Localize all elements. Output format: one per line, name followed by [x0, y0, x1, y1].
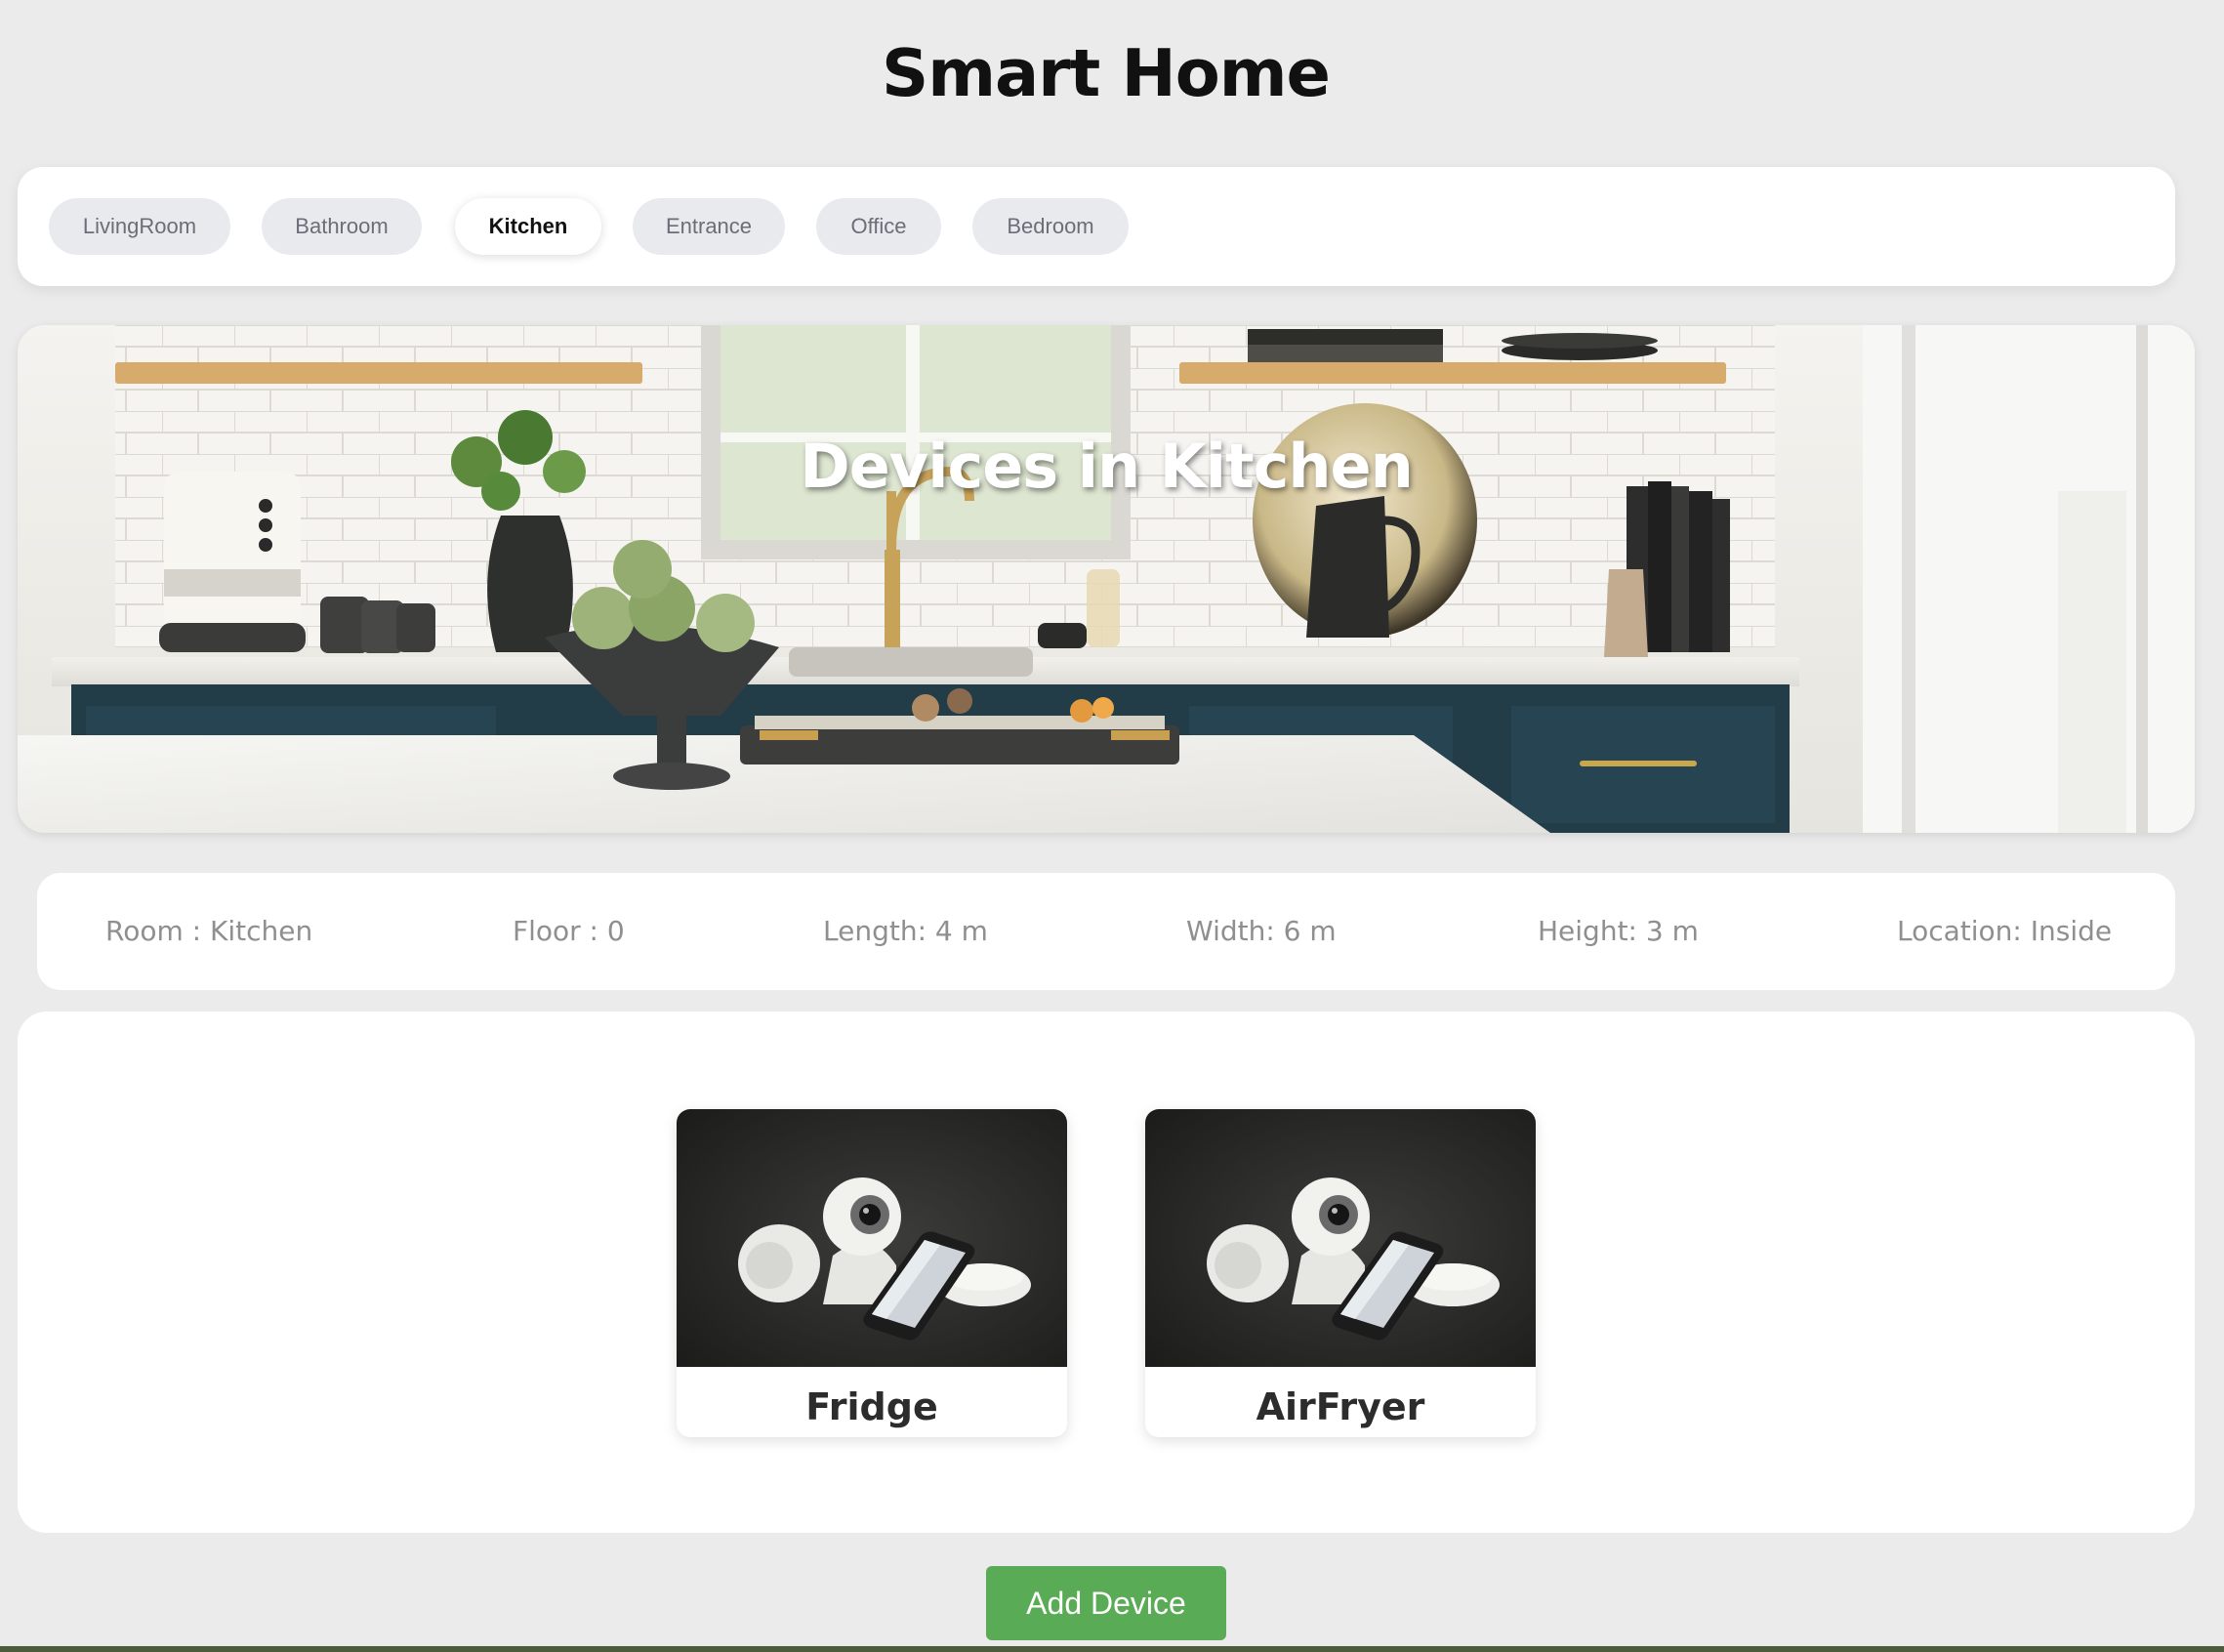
room-name: Room : Kitchen — [105, 915, 313, 947]
device-name: AirFryer — [1256, 1385, 1425, 1428]
tab-entrance[interactable]: Entrance — [633, 198, 785, 255]
device-card-airfryer[interactable]: AirFryer — [1145, 1109, 1536, 1437]
room-floor: Floor : 0 — [513, 915, 625, 947]
tab-office[interactable]: Office — [816, 198, 941, 255]
room-height: Height: 3 m — [1538, 915, 1699, 947]
room-hero-banner: Devices in Kitchen — [18, 325, 2195, 833]
room-length: Length: 4 m — [823, 915, 988, 947]
room-location: Location: Inside — [1897, 915, 2113, 947]
device-image — [1145, 1109, 1536, 1367]
device-card-fridge[interactable]: Fridge — [677, 1109, 1067, 1437]
add-device-button[interactable]: Add Device — [986, 1566, 1226, 1640]
kitchen-photo — [18, 325, 2195, 833]
device-image — [677, 1109, 1067, 1367]
devices-panel: Fridge AirFryer — [18, 1012, 2195, 1533]
tab-bathroom[interactable]: Bathroom — [262, 198, 422, 255]
page-title: Smart Home — [881, 35, 1331, 111]
page-bottom-edge — [0, 1646, 2224, 1652]
tab-livingroom[interactable]: LivingRoom — [49, 198, 230, 255]
room-width: Width: 6 m — [1186, 915, 1337, 947]
tab-kitchen[interactable]: Kitchen — [455, 198, 601, 255]
room-info-bar: Room : Kitchen Floor : 0 Length: 4 m Wid… — [37, 873, 2175, 990]
hero-title: Devices in Kitchen — [800, 431, 1413, 502]
device-name: Fridge — [805, 1385, 938, 1428]
tab-bedroom[interactable]: Bedroom — [972, 198, 1129, 255]
room-tabs: LivingRoom Bathroom Kitchen Entrance Off… — [18, 167, 2175, 286]
